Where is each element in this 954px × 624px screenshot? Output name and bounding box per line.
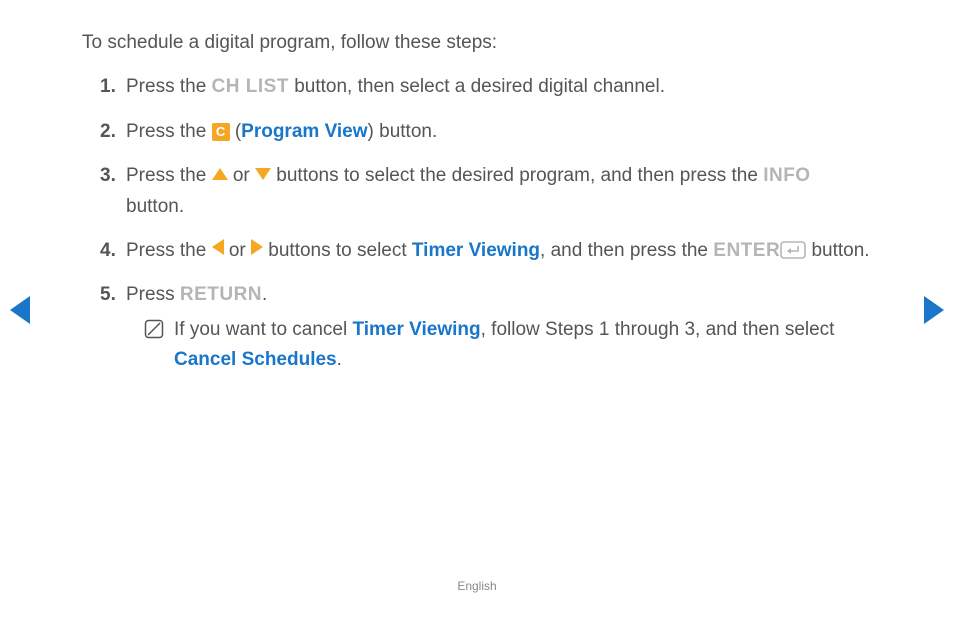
- arrow-down-icon: [255, 168, 271, 180]
- c-badge-icon: C: [212, 123, 230, 141]
- text: .: [337, 349, 342, 370]
- steps-list: 1. Press the CH LIST button, then select…: [82, 72, 872, 375]
- text: .: [262, 284, 267, 305]
- text: or: [224, 240, 251, 261]
- cancel-schedules-link: Cancel Schedules: [174, 349, 337, 370]
- text: If you want to cancel: [174, 319, 353, 340]
- text: Press the: [126, 165, 212, 186]
- enter-icon: [780, 241, 806, 259]
- step-number: 2.: [100, 117, 126, 147]
- step-body: Press the C (Program View) button.: [126, 117, 872, 147]
- text: buttons to select: [263, 240, 412, 261]
- return-button-label: RETURN: [180, 284, 262, 305]
- text: buttons to select the desired program, a…: [271, 165, 763, 186]
- step-5: 5. Press RETURN. If you want to cancel T…: [100, 280, 872, 375]
- text: Press the: [126, 121, 212, 142]
- program-view-link: Program View: [241, 121, 367, 142]
- text: Press the: [126, 240, 212, 261]
- step-number: 3.: [100, 161, 126, 222]
- step-number: 4.: [100, 236, 126, 266]
- document-content: To schedule a digital program, follow th…: [0, 0, 954, 376]
- text: button, then select a desired digital ch…: [289, 76, 665, 97]
- note: If you want to cancel Timer Viewing, fol…: [144, 315, 872, 376]
- nav-prev-icon[interactable]: [10, 296, 30, 324]
- text: (: [230, 121, 242, 142]
- step-2: 2. Press the C (Program View) button.: [100, 117, 872, 147]
- step-4: 4. Press the or buttons to select Timer …: [100, 236, 872, 266]
- text: Press the: [126, 76, 212, 97]
- text: or: [228, 165, 255, 186]
- text: Press: [126, 284, 180, 305]
- step-3: 3. Press the or buttons to select the de…: [100, 161, 872, 222]
- text: ) button.: [368, 121, 438, 142]
- arrow-right-icon: [251, 239, 263, 255]
- intro-text: To schedule a digital program, follow th…: [82, 28, 872, 58]
- nav-next-icon[interactable]: [924, 296, 944, 324]
- step-body: Press the or buttons to select the desir…: [126, 161, 872, 222]
- step-number: 1.: [100, 72, 126, 102]
- ch-list-button-label: CH LIST: [212, 76, 289, 97]
- step-body: Press the or buttons to select Timer Vie…: [126, 236, 872, 266]
- footer-language: English: [0, 577, 954, 596]
- timer-viewing-link: Timer Viewing: [412, 240, 540, 261]
- enter-button-label: ENTER: [713, 240, 780, 261]
- text: , follow Steps 1 through 3, and then sel…: [481, 319, 835, 340]
- text: , and then press the: [540, 240, 713, 261]
- note-body: If you want to cancel Timer Viewing, fol…: [174, 315, 872, 376]
- step-body: Press the CH LIST button, then select a …: [126, 72, 872, 102]
- text: button.: [126, 196, 184, 217]
- arrow-up-icon: [212, 168, 228, 180]
- text: button.: [806, 240, 869, 261]
- step-number: 5.: [100, 280, 126, 375]
- step-body: Press RETURN. If you want to cancel Time…: [126, 280, 872, 375]
- timer-viewing-link: Timer Viewing: [353, 319, 481, 340]
- info-button-label: INFO: [763, 165, 810, 186]
- arrow-left-icon: [212, 239, 224, 255]
- note-icon: [144, 319, 164, 376]
- step-1: 1. Press the CH LIST button, then select…: [100, 72, 872, 102]
